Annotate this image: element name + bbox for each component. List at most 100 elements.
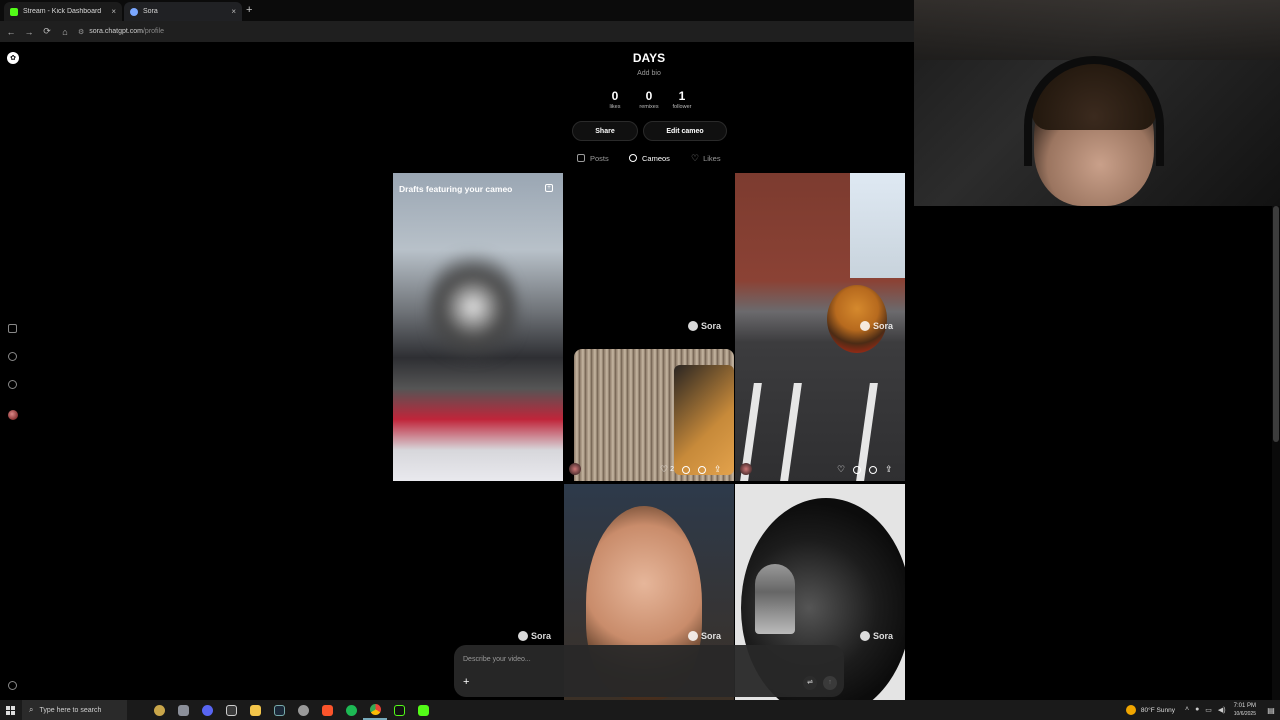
tab-posts[interactable]: Posts: [577, 154, 609, 163]
url-field[interactable]: ⚙ sora.chatgpt.com/profile: [78, 24, 910, 39]
home-icon[interactable]: ⌂: [56, 27, 74, 37]
browser-tab-bar: Stream - Kick Dashboard × Sora × +: [0, 0, 914, 21]
weather-text[interactable]: 80°F Sunny: [1141, 707, 1175, 714]
back-icon[interactable]: ←: [2, 27, 20, 37]
heart-icon: ♡: [837, 464, 846, 474]
share-video-button[interactable]: ⇪: [885, 465, 893, 474]
tab-kick-dashboard[interactable]: Stream - Kick Dashboard ×: [4, 2, 122, 21]
taskbar-app-coin[interactable]: [147, 700, 171, 720]
clock[interactable]: 7:01 PM 10/6/2025: [1234, 702, 1256, 718]
sora-watermark: Sora: [688, 321, 721, 331]
creator-avatar[interactable]: [569, 463, 581, 475]
taskbar-app-spotify[interactable]: [339, 700, 363, 720]
tab-likes[interactable]: ♡ Likes: [691, 153, 721, 163]
microphone-icon[interactable]: ●: [1195, 706, 1199, 714]
like-count: 2: [670, 466, 674, 473]
settings-toggle-icon[interactable]: ⇌: [803, 676, 817, 690]
profile-avatar[interactable]: [8, 410, 18, 420]
sun-icon: [1125, 705, 1136, 715]
windows-start-icon[interactable]: [0, 700, 20, 720]
like-button[interactable]: ♡ 2: [660, 465, 674, 474]
home-feed-icon[interactable]: [8, 324, 17, 333]
video-tile[interactable]: Sora ♡ 2 ⇪: [564, 173, 734, 481]
gear-icon: [297, 704, 309, 716]
taskbar-app-kick[interactable]: [411, 700, 435, 720]
drafts-add-icon[interactable]: +: [545, 184, 553, 192]
video-tile[interactable]: Sora ♡ ⇪: [735, 173, 905, 481]
scrollbar-thumb[interactable]: [1273, 206, 1279, 442]
network-icon[interactable]: ▭: [1205, 706, 1212, 714]
crosswalk-stripe: [780, 383, 802, 481]
brave-icon: [321, 704, 333, 716]
stat-followers[interactable]: 1 follower: [665, 89, 699, 110]
folder-icon: [249, 704, 261, 716]
drafts-card[interactable]: Drafts featuring your cameo +: [393, 173, 563, 481]
cameo-icon: [629, 154, 637, 162]
taskbar-app-chrome[interactable]: [363, 700, 387, 720]
taskbar-app-discord[interactable]: [195, 700, 219, 720]
close-icon[interactable]: ×: [111, 7, 116, 16]
video-actions: ♡ ⇪: [837, 465, 893, 474]
site-info-icon[interactable]: ⚙: [78, 28, 84, 36]
add-bio-link[interactable]: Add bio: [600, 70, 698, 77]
creator-avatar[interactable]: [740, 463, 752, 475]
watermark-text: Sora: [531, 631, 552, 641]
remix-button[interactable]: [697, 465, 706, 474]
volume-icon[interactable]: ◀): [1218, 706, 1226, 714]
forward-icon[interactable]: →: [20, 27, 38, 37]
video-thumbnail: [850, 173, 905, 278]
video-thumbnail-detail: [674, 365, 734, 475]
taskbar-search-field[interactable]: ⌕ Type here to search: [22, 700, 127, 720]
edit-cameo-button[interactable]: Edit cameo: [643, 121, 727, 141]
taskbar-app-files[interactable]: [171, 700, 195, 720]
page-scrollbar[interactable]: [1272, 206, 1280, 700]
prompt-input[interactable]: Describe your video...: [463, 656, 531, 663]
sora-logo-icon[interactable]: ✿: [7, 52, 19, 64]
sora-watermark: Sora: [518, 631, 551, 641]
video-prompt-composer[interactable]: Describe your video... + ⇌ ↑: [454, 645, 844, 697]
add-attachment-button[interactable]: +: [463, 676, 469, 688]
share-video-button[interactable]: ⇪: [714, 465, 722, 474]
address-bar-row: ← → ⟳ ⌂ ⚙ sora.chatgpt.com/profile: [0, 21, 914, 42]
share-button[interactable]: Share: [572, 121, 638, 141]
steam-icon: [273, 704, 285, 716]
remix-icon: [697, 465, 706, 474]
taskbar-app-explorer[interactable]: [243, 700, 267, 720]
comment-button[interactable]: [681, 465, 690, 474]
taskbar-app-steam[interactable]: [267, 700, 291, 720]
like-button[interactable]: ♡: [837, 465, 845, 474]
taskbar-app-capture[interactable]: [219, 700, 243, 720]
notifications-icon[interactable]: ▤: [1262, 706, 1280, 715]
terminal-icon: [393, 704, 405, 716]
chevron-up-icon[interactable]: ˄: [1185, 706, 1189, 714]
clock-date: 10/6/2025: [1233, 711, 1256, 717]
comment-icon: [853, 465, 862, 474]
sora-watermark: Sora: [860, 631, 893, 641]
blurred-thumbnail: [428, 253, 518, 373]
chrome-icon: [369, 703, 381, 715]
taskbar-app-settings[interactable]: [291, 700, 315, 720]
windows-taskbar: ⌕ Type here to search 80°F Sunny ˄ ● ▭ ◀…: [0, 700, 1280, 720]
settings-icon[interactable]: [8, 681, 17, 690]
notifications-icon[interactable]: [8, 380, 17, 389]
search-icon[interactable]: [8, 352, 17, 361]
reload-icon[interactable]: ⟳: [38, 26, 56, 37]
webcam-overlay: [914, 0, 1280, 206]
send-button[interactable]: ↑: [823, 676, 837, 690]
tab-sora[interactable]: Sora ×: [124, 2, 242, 21]
taskbar-app-terminal[interactable]: [387, 700, 411, 720]
tab-label: Likes: [703, 153, 721, 163]
coin-app-icon: [153, 704, 165, 716]
tab-cameos[interactable]: Cameos: [629, 154, 670, 163]
comment-button[interactable]: [853, 465, 862, 474]
new-tab-button[interactable]: +: [246, 4, 252, 16]
tab-label: Stream - Kick Dashboard: [23, 8, 102, 15]
stat-value: 0: [645, 89, 653, 103]
sora-watermark-icon: [860, 631, 870, 641]
stat-label: follower: [672, 104, 692, 110]
taskbar-app-brave[interactable]: [315, 700, 339, 720]
remix-button[interactable]: [869, 465, 878, 474]
close-icon[interactable]: ×: [231, 7, 236, 16]
remix-icon: [869, 465, 878, 474]
system-tray: 80°F Sunny ˄ ● ▭ ◀) 7:01 PM 10/6/2025 ▤: [1125, 700, 1280, 720]
